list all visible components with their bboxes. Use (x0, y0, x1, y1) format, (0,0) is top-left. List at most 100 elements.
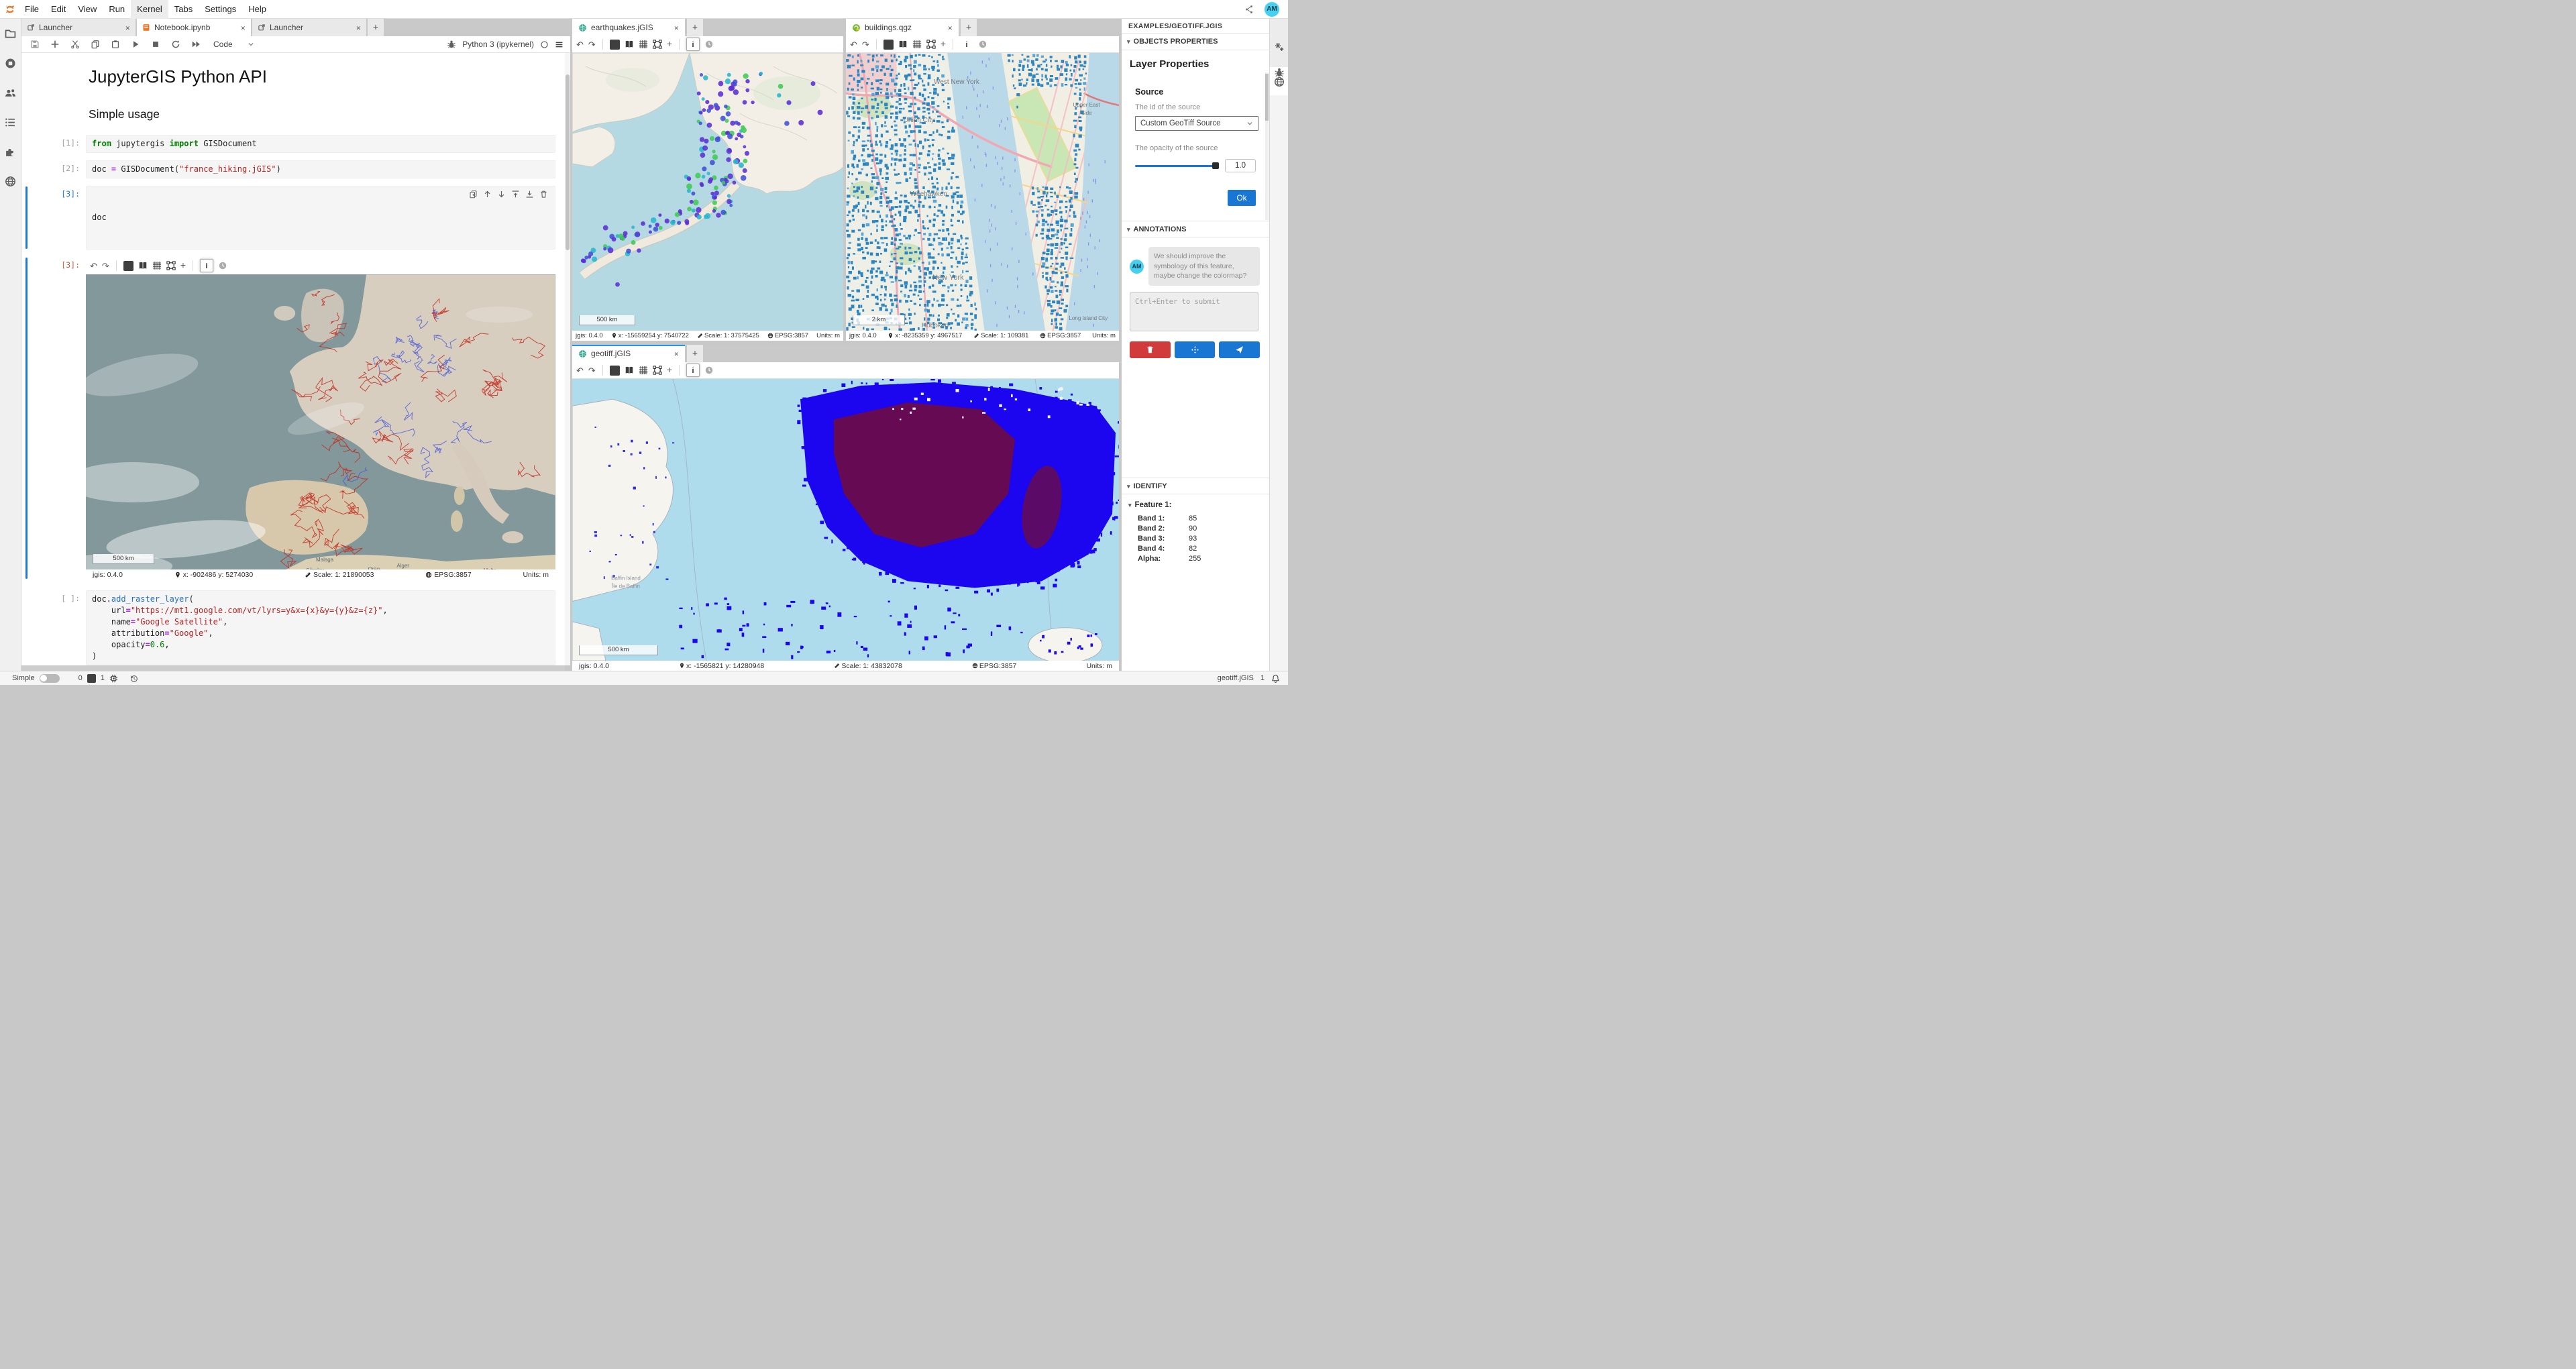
identify-button-active[interactable]: i (686, 364, 700, 377)
geometry-icon[interactable] (166, 261, 176, 270)
tab-buildings[interactable]: buildings.qgz (846, 19, 959, 36)
cut-button[interactable] (68, 38, 82, 51)
slider-handle[interactable] (1212, 162, 1219, 169)
temporal-icon[interactable] (978, 40, 987, 49)
new-tab-button[interactable] (368, 19, 384, 36)
buildings-map[interactable]: West New York Union City Weehawken Hobok… (846, 53, 1119, 331)
geometry-icon[interactable] (653, 40, 662, 49)
temporal-icon[interactable] (704, 40, 714, 49)
notebook-horizontal-scrollbar[interactable] (21, 665, 565, 671)
section-identify[interactable]: IDENTIFY (1122, 478, 1269, 494)
table-of-contents-icon[interactable] (5, 117, 16, 128)
interrupt-button[interactable] (149, 38, 162, 51)
undo-icon[interactable] (576, 366, 584, 375)
new-tab-button[interactable] (687, 345, 703, 362)
console-icon[interactable] (610, 366, 620, 376)
cell-type-select[interactable]: Code (213, 40, 254, 49)
tab-earthquakes[interactable]: earthquakes.jGIS (572, 19, 685, 36)
running-sessions-icon[interactable] (5, 58, 16, 69)
move-up-icon[interactable] (483, 190, 492, 199)
geometry-icon[interactable] (926, 40, 936, 49)
basemap-icon[interactable] (898, 40, 908, 49)
menu-tabs[interactable]: Tabs (168, 0, 199, 19)
console-icon[interactable] (123, 261, 133, 271)
menu-edit[interactable]: Edit (45, 0, 72, 19)
paste-button[interactable] (109, 38, 122, 51)
history-icon[interactable] (129, 674, 138, 683)
tab-launcher-1[interactable]: Launcher (21, 19, 136, 36)
add-layer-icon[interactable] (941, 38, 946, 50)
close-icon[interactable] (674, 349, 679, 358)
grid-icon[interactable] (912, 40, 922, 49)
duplicate-cell-icon[interactable] (469, 190, 478, 199)
redo-icon[interactable] (588, 366, 596, 375)
copy-button[interactable] (89, 38, 102, 51)
close-icon[interactable] (947, 23, 953, 32)
insert-above-icon[interactable] (511, 190, 520, 199)
redo-icon[interactable] (102, 262, 109, 270)
close-icon[interactable] (674, 23, 679, 32)
basemap-icon[interactable] (625, 366, 634, 375)
code-cell[interactable]: [2]: doc = GISDocument("france_hiking.jG… (21, 160, 565, 178)
menu-help[interactable]: Help (242, 0, 272, 19)
opacity-slider[interactable] (1135, 165, 1217, 167)
move-down-icon[interactable] (497, 190, 506, 199)
geometry-icon[interactable] (653, 366, 662, 375)
source-select[interactable]: Custom GeoTiff Source (1135, 116, 1258, 131)
basemap-icon[interactable] (138, 261, 148, 270)
undo-icon[interactable] (90, 262, 97, 270)
cell-input[interactable]: doc = GISDocument("france_hiking.jGIS") (86, 160, 555, 178)
run-all-button[interactable] (189, 38, 203, 51)
section-annotations[interactable]: ANNOTATIONS (1122, 221, 1269, 237)
grid-icon[interactable] (639, 366, 648, 375)
geotiff-map[interactable]: Baffin Island Île de Baffin 500 km (572, 379, 1119, 661)
grid-icon[interactable] (639, 40, 648, 49)
kernel-name[interactable]: Python 3 (ipykernel) (462, 40, 534, 49)
close-icon[interactable] (356, 23, 361, 32)
undo-icon[interactable] (576, 40, 584, 49)
terminal-icon[interactable] (87, 674, 96, 683)
identify-feature[interactable]: Feature 1: (1122, 494, 1269, 513)
add-layer-icon[interactable] (667, 364, 672, 376)
simple-mode-toggle[interactable] (40, 674, 60, 683)
temporal-icon[interactable] (704, 366, 714, 375)
delete-cell-icon[interactable] (539, 190, 548, 199)
insert-below-icon[interactable] (525, 190, 534, 199)
console-icon[interactable] (883, 40, 894, 50)
section-objects-properties[interactable]: OBJECTS PROPERTIES (1122, 34, 1269, 50)
code-cell[interactable]: [1]: from jupytergis import GISDocument (21, 135, 565, 153)
kernel-chip-icon[interactable] (109, 674, 118, 683)
close-icon[interactable] (125, 23, 130, 32)
menu-run[interactable]: Run (103, 0, 131, 19)
tab-notebook[interactable]: Notebook.ipynb (137, 19, 251, 36)
cell-input[interactable]: from jupytergis import GISDocument (86, 135, 555, 153)
delete-annotation-button[interactable] (1130, 341, 1171, 358)
console-icon[interactable] (610, 40, 620, 50)
panel-scrollbar[interactable] (1265, 72, 1269, 220)
notifications-count[interactable]: 1 (1260, 674, 1265, 682)
file-browser-icon[interactable] (5, 28, 16, 40)
close-icon[interactable] (240, 23, 246, 32)
toolbar-menu-icon[interactable] (555, 40, 564, 49)
new-tab-button[interactable] (687, 19, 703, 36)
submit-annotation-button[interactable] (1219, 341, 1260, 358)
annotation-input[interactable] (1130, 292, 1258, 331)
collaboration-icon[interactable] (5, 87, 16, 99)
cell-input[interactable]: doc (86, 186, 555, 250)
ok-button[interactable]: Ok (1228, 190, 1256, 206)
france-map[interactable]: Malaga Gibraltar Oran Alger Malta 500 km (86, 274, 555, 569)
code-cell-selected[interactable]: [3]: doc (21, 186, 565, 250)
tab-geotiff[interactable]: geotiff.jGIS (572, 345, 685, 362)
temporal-icon[interactable] (218, 261, 227, 270)
bell-icon[interactable] (1271, 674, 1280, 683)
basemap-icon[interactable] (625, 40, 634, 49)
gis-tab-icon[interactable] (1274, 76, 1285, 87)
earthquakes-map[interactable]: 500 km (572, 53, 843, 331)
menu-view[interactable]: View (72, 0, 103, 19)
cell-input[interactable]: doc.add_raster_layer( url="https://mt1.g… (86, 590, 555, 665)
menu-kernel[interactable]: Kernel (131, 0, 168, 19)
gis-sidebar-icon[interactable] (5, 176, 16, 187)
current-file-label[interactable]: geotiff.jGIS (1218, 674, 1254, 682)
add-layer-icon[interactable] (180, 260, 186, 272)
restart-button[interactable] (169, 38, 182, 51)
